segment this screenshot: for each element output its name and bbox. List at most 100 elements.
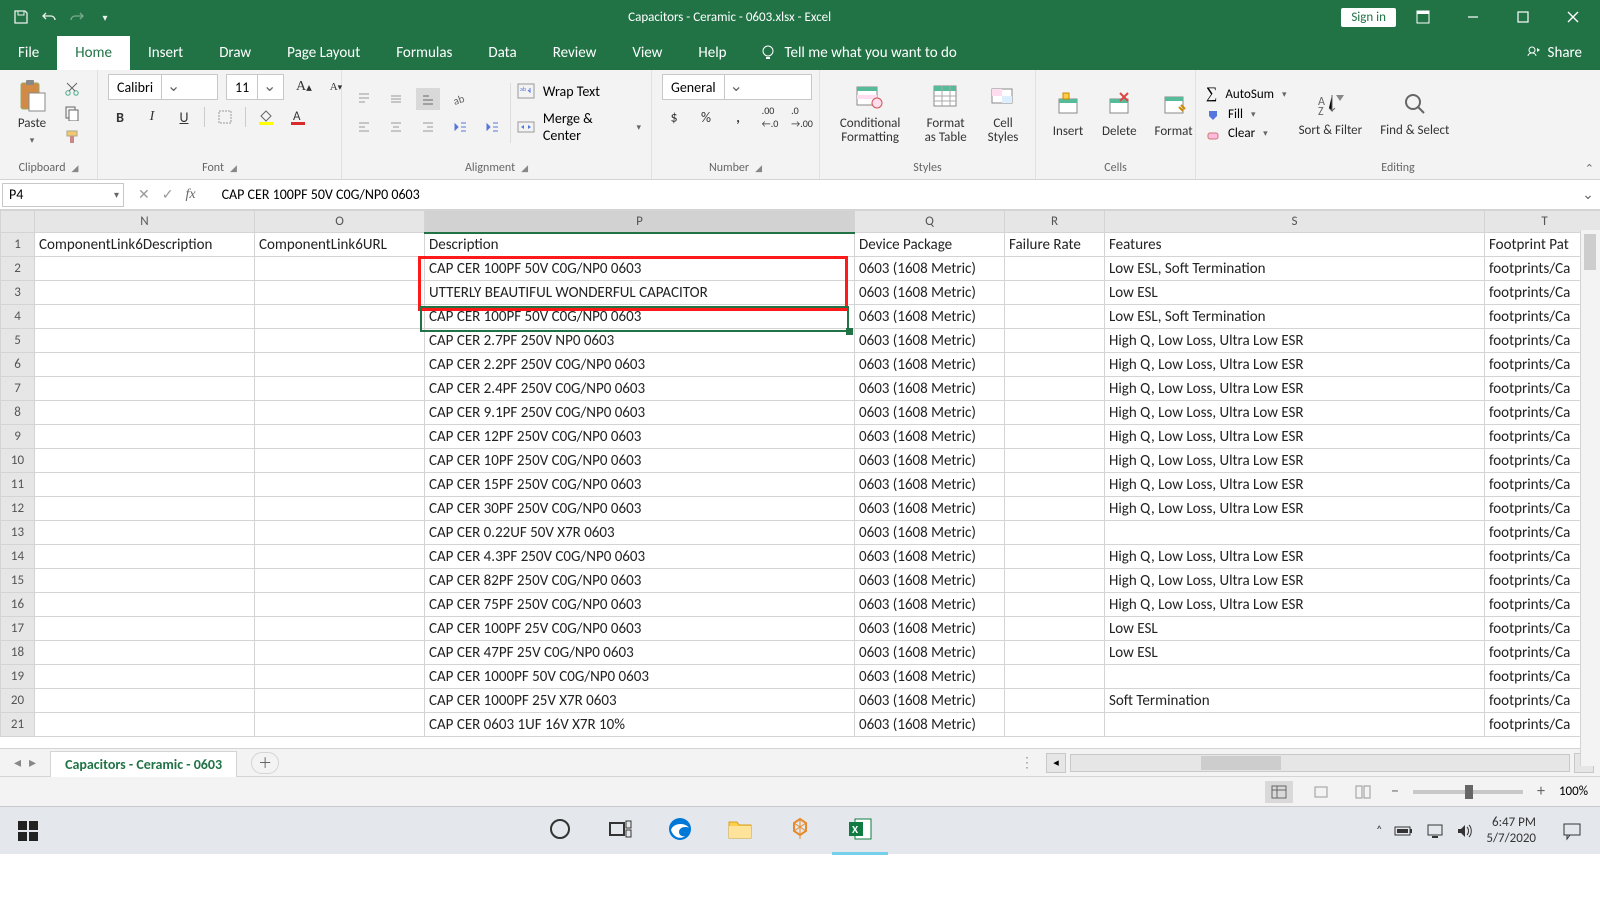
cell[interactable]: [255, 305, 425, 329]
cell[interactable]: [35, 497, 255, 521]
font-color-button[interactable]: A: [286, 106, 310, 128]
decrease-indent-button[interactable]: [448, 116, 472, 138]
cell[interactable]: [35, 425, 255, 449]
find-select-button[interactable]: Find & Select: [1374, 86, 1455, 140]
tab-view[interactable]: View: [614, 36, 680, 70]
save-button[interactable]: [8, 4, 34, 30]
cell[interactable]: [255, 449, 425, 473]
cell[interactable]: CAP CER 100PF 50V C0G/NP0 0603: [425, 257, 855, 281]
alignment-launcher[interactable]: ◢: [521, 163, 528, 174]
column-header-R[interactable]: R: [1005, 211, 1105, 233]
zoom-thumb[interactable]: [1465, 785, 1473, 799]
redo-button[interactable]: [64, 4, 90, 30]
cell[interactable]: High Q, Low Loss, Ultra Low ESR: [1105, 377, 1485, 401]
align-top-button[interactable]: [352, 88, 376, 110]
cell[interactable]: High Q, Low Loss, Ultra Low ESR: [1105, 473, 1485, 497]
underline-button[interactable]: U: [172, 106, 196, 128]
cell[interactable]: [1005, 497, 1105, 521]
cell[interactable]: [35, 473, 255, 497]
increase-decimal-button[interactable]: .00←.0: [758, 106, 782, 128]
network-icon[interactable]: [1426, 823, 1444, 839]
cell[interactable]: ComponentLink6Description: [35, 233, 255, 257]
cell-styles-button[interactable]: Cell Styles: [981, 79, 1025, 148]
cell[interactable]: High Q, Low Loss, Ultra Low ESR: [1105, 353, 1485, 377]
tab-draw[interactable]: Draw: [201, 36, 269, 70]
format-painter-button[interactable]: [60, 126, 84, 148]
cell[interactable]: [1105, 521, 1485, 545]
cell[interactable]: Failure Rate: [1005, 233, 1105, 257]
cell[interactable]: [255, 713, 425, 737]
cell[interactable]: [1005, 425, 1105, 449]
format-cells-button[interactable]: Format: [1149, 86, 1199, 141]
cell[interactable]: [35, 617, 255, 641]
cell[interactable]: [35, 329, 255, 353]
cell[interactable]: 0603 (1608 Metric): [855, 497, 1005, 521]
undo-button[interactable]: [36, 4, 62, 30]
font-name-combo[interactable]: Calibri⌄: [108, 74, 218, 100]
copy-button[interactable]: [60, 102, 84, 124]
cell[interactable]: [255, 473, 425, 497]
cell[interactable]: [35, 569, 255, 593]
cell[interactable]: UTTERLY BEAUTIFUL WONDERFUL CAPACITOR: [425, 281, 855, 305]
cell[interactable]: Description: [425, 233, 855, 257]
tab-insert[interactable]: Insert: [130, 36, 201, 70]
scroll-thumb[interactable]: [1584, 234, 1596, 270]
autosum-button[interactable]: ∑AutoSum▾: [1206, 85, 1287, 103]
row-header[interactable]: 10: [1, 449, 35, 473]
tab-data[interactable]: Data: [470, 36, 534, 70]
sheet-tab-active[interactable]: Capacitors - Ceramic - 0603: [50, 751, 237, 777]
cell[interactable]: CAP CER 2.4PF 250V C0G/NP0 0603: [425, 377, 855, 401]
close-button[interactable]: [1550, 0, 1596, 34]
edge-button[interactable]: [652, 807, 708, 855]
merge-center-button[interactable]: Merge & Center ▾: [517, 110, 641, 144]
tab-file[interactable]: File: [0, 36, 57, 70]
row-header[interactable]: 7: [1, 377, 35, 401]
tray-chevron-icon[interactable]: ˄: [1376, 824, 1382, 838]
cell[interactable]: [35, 257, 255, 281]
row-header[interactable]: 5: [1, 329, 35, 353]
orientation-button[interactable]: ab: [448, 88, 472, 110]
cell[interactable]: [255, 593, 425, 617]
task-view-button[interactable]: [592, 807, 648, 855]
cut-button[interactable]: [60, 78, 84, 100]
column-header-P[interactable]: P: [425, 211, 855, 233]
normal-view-button[interactable]: [1265, 781, 1293, 803]
cell[interactable]: 0603 (1608 Metric): [855, 377, 1005, 401]
cell[interactable]: Device Package: [855, 233, 1005, 257]
tab-page-layout[interactable]: Page Layout: [269, 36, 378, 70]
cell[interactable]: CAP CER 10PF 250V C0G/NP0 0603: [425, 449, 855, 473]
cell[interactable]: 0603 (1608 Metric): [855, 545, 1005, 569]
row-header[interactable]: 4: [1, 305, 35, 329]
cortana-button[interactable]: [532, 807, 588, 855]
cell[interactable]: [1005, 617, 1105, 641]
cell[interactable]: Low ESL: [1105, 281, 1485, 305]
align-bottom-button[interactable]: [416, 88, 440, 110]
name-box[interactable]: P4▾: [2, 183, 124, 207]
cell[interactable]: ComponentLink6URL: [255, 233, 425, 257]
cell[interactable]: 0603 (1608 Metric): [855, 593, 1005, 617]
cell[interactable]: 0603 (1608 Metric): [855, 281, 1005, 305]
cell[interactable]: [1005, 689, 1105, 713]
cell[interactable]: CAP CER 9.1PF 250V C0G/NP0 0603: [425, 401, 855, 425]
select-all-corner[interactable]: [1, 211, 35, 233]
conditional-formatting-button[interactable]: Conditional Formatting: [830, 79, 910, 148]
row-header[interactable]: 18: [1, 641, 35, 665]
cell[interactable]: [1005, 473, 1105, 497]
app-button[interactable]: [772, 807, 828, 855]
cell[interactable]: [255, 329, 425, 353]
enter-formula-button[interactable]: ✓: [162, 186, 174, 203]
increase-indent-button[interactable]: [480, 116, 504, 138]
cell[interactable]: [255, 497, 425, 521]
tab-review[interactable]: Review: [535, 36, 615, 70]
collapse-ribbon-button[interactable]: ⌃: [1585, 162, 1594, 175]
cell[interactable]: Soft Termination: [1105, 689, 1485, 713]
cell[interactable]: [255, 665, 425, 689]
row-header[interactable]: 6: [1, 353, 35, 377]
cell[interactable]: [255, 377, 425, 401]
share-button[interactable]: Share: [1508, 36, 1600, 70]
file-explorer-button[interactable]: [712, 807, 768, 855]
borders-button[interactable]: [213, 106, 237, 128]
cell[interactable]: 0603 (1608 Metric): [855, 449, 1005, 473]
cell[interactable]: [35, 353, 255, 377]
cell[interactable]: [35, 521, 255, 545]
